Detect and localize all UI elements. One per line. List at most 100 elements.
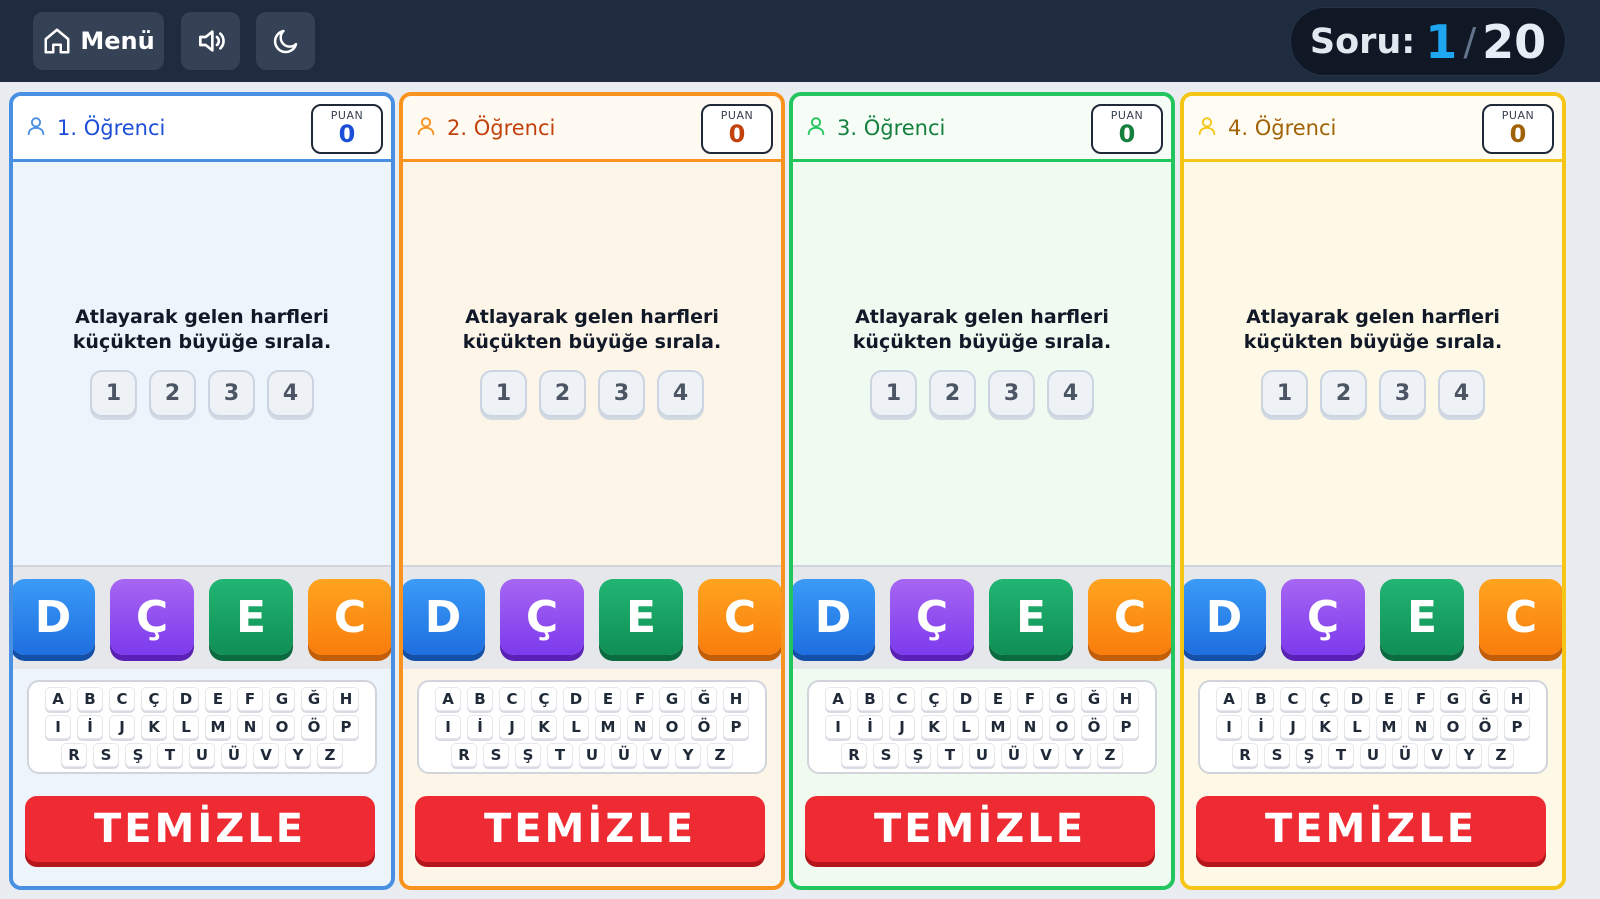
keyboard-key[interactable]: B — [857, 687, 883, 711]
keyboard-key[interactable]: J — [499, 715, 525, 739]
keyboard-key[interactable]: H — [723, 687, 749, 711]
keyboard-key[interactable]: F — [237, 687, 263, 711]
keyboard-key[interactable]: N — [627, 715, 653, 739]
answer-slot[interactable]: 2 — [929, 370, 976, 417]
keyboard-key[interactable]: Ö — [1081, 715, 1107, 739]
keyboard-key[interactable]: Ç — [921, 687, 947, 711]
keyboard-key[interactable]: B — [1248, 687, 1274, 711]
keyboard-key[interactable]: Ğ — [1472, 687, 1498, 711]
letter-tile[interactable]: E — [1380, 579, 1464, 655]
clear-button[interactable]: TEMİZLE — [805, 796, 1155, 862]
clear-button[interactable]: TEMİZLE — [415, 796, 765, 862]
keyboard-key[interactable]: K — [141, 715, 167, 739]
keyboard-key[interactable]: N — [1408, 715, 1434, 739]
keyboard-key[interactable]: K — [1312, 715, 1338, 739]
letter-tile[interactable]: D — [793, 579, 875, 655]
keyboard-key[interactable]: D — [563, 687, 589, 711]
keyboard-key[interactable]: L — [953, 715, 979, 739]
keyboard-key[interactable]: Ç — [1312, 687, 1338, 711]
answer-slot[interactable]: 2 — [539, 370, 586, 417]
keyboard-key[interactable]: L — [1344, 715, 1370, 739]
keyboard-key[interactable]: P — [1504, 715, 1530, 739]
keyboard-key[interactable]: Ş — [515, 743, 541, 767]
keyboard-key[interactable]: T — [937, 743, 963, 767]
keyboard-key[interactable]: Z — [1097, 743, 1123, 767]
keyboard-key[interactable]: E — [205, 687, 231, 711]
letter-tile[interactable]: E — [209, 579, 293, 655]
letter-tile[interactable]: E — [989, 579, 1073, 655]
keyboard-key[interactable]: I — [435, 715, 461, 739]
keyboard-key[interactable]: C — [1280, 687, 1306, 711]
keyboard-key[interactable]: K — [921, 715, 947, 739]
keyboard-key[interactable]: G — [1440, 687, 1466, 711]
letter-tile[interactable]: Ç — [500, 579, 584, 655]
keyboard-key[interactable]: N — [237, 715, 263, 739]
keyboard-key[interactable]: J — [1280, 715, 1306, 739]
answer-slot[interactable]: 4 — [1438, 370, 1485, 417]
letter-tile[interactable]: D — [13, 579, 95, 655]
clear-button[interactable]: TEMİZLE — [1196, 796, 1546, 862]
keyboard-key[interactable]: L — [173, 715, 199, 739]
sound-button[interactable] — [181, 12, 240, 70]
keyboard-key[interactable]: Ö — [691, 715, 717, 739]
keyboard-key[interactable]: U — [189, 743, 215, 767]
answer-slot[interactable]: 1 — [870, 370, 917, 417]
keyboard-key[interactable]: D — [173, 687, 199, 711]
keyboard-key[interactable]: M — [595, 715, 621, 739]
keyboard-key[interactable]: O — [659, 715, 685, 739]
keyboard-key[interactable]: S — [483, 743, 509, 767]
keyboard-key[interactable]: F — [1408, 687, 1434, 711]
clear-button[interactable]: TEMİZLE — [25, 796, 375, 862]
keyboard-key[interactable]: T — [1328, 743, 1354, 767]
keyboard-key[interactable]: I — [45, 715, 71, 739]
keyboard-key[interactable]: Ü — [1392, 743, 1418, 767]
keyboard-key[interactable]: Z — [707, 743, 733, 767]
keyboard-key[interactable]: Y — [1456, 743, 1482, 767]
keyboard-key[interactable]: F — [1017, 687, 1043, 711]
answer-slot[interactable]: 2 — [149, 370, 196, 417]
keyboard-key[interactable]: İ — [1248, 715, 1274, 739]
keyboard-key[interactable]: O — [1049, 715, 1075, 739]
keyboard-key[interactable]: M — [985, 715, 1011, 739]
keyboard-key[interactable]: G — [269, 687, 295, 711]
keyboard-key[interactable]: Ş — [905, 743, 931, 767]
letter-tile[interactable]: D — [1184, 579, 1266, 655]
keyboard-key[interactable]: P — [723, 715, 749, 739]
keyboard-key[interactable]: S — [1264, 743, 1290, 767]
answer-slot[interactable]: 2 — [1320, 370, 1367, 417]
keyboard-key[interactable]: V — [253, 743, 279, 767]
keyboard-key[interactable]: Ğ — [301, 687, 327, 711]
answer-slot[interactable]: 1 — [90, 370, 137, 417]
letter-tile[interactable]: Ç — [1281, 579, 1365, 655]
keyboard-key[interactable]: V — [1424, 743, 1450, 767]
keyboard-key[interactable]: A — [825, 687, 851, 711]
answer-slot[interactable]: 1 — [480, 370, 527, 417]
keyboard-key[interactable]: A — [45, 687, 71, 711]
keyboard-key[interactable]: O — [1440, 715, 1466, 739]
keyboard-key[interactable]: G — [1049, 687, 1075, 711]
keyboard-key[interactable]: R — [841, 743, 867, 767]
answer-slot[interactable]: 4 — [267, 370, 314, 417]
keyboard-key[interactable]: E — [985, 687, 1011, 711]
menu-button[interactable]: Menü — [33, 12, 164, 70]
keyboard-key[interactable]: V — [643, 743, 669, 767]
keyboard-key[interactable]: C — [499, 687, 525, 711]
dark-mode-button[interactable] — [256, 12, 315, 70]
keyboard-key[interactable]: U — [579, 743, 605, 767]
answer-slot[interactable]: 4 — [1047, 370, 1094, 417]
letter-tile[interactable]: C — [1088, 579, 1171, 655]
keyboard-key[interactable]: Ü — [1001, 743, 1027, 767]
letter-tile[interactable]: C — [308, 579, 391, 655]
answer-slot[interactable]: 3 — [208, 370, 255, 417]
keyboard-key[interactable]: L — [563, 715, 589, 739]
keyboard-key[interactable]: I — [825, 715, 851, 739]
keyboard-key[interactable]: S — [873, 743, 899, 767]
keyboard-key[interactable]: Ğ — [691, 687, 717, 711]
keyboard-key[interactable]: T — [157, 743, 183, 767]
keyboard-key[interactable]: H — [333, 687, 359, 711]
keyboard-key[interactable]: P — [333, 715, 359, 739]
letter-tile[interactable]: C — [1479, 579, 1562, 655]
keyboard-key[interactable]: İ — [77, 715, 103, 739]
keyboard-key[interactable]: Ş — [1296, 743, 1322, 767]
keyboard-key[interactable]: M — [205, 715, 231, 739]
